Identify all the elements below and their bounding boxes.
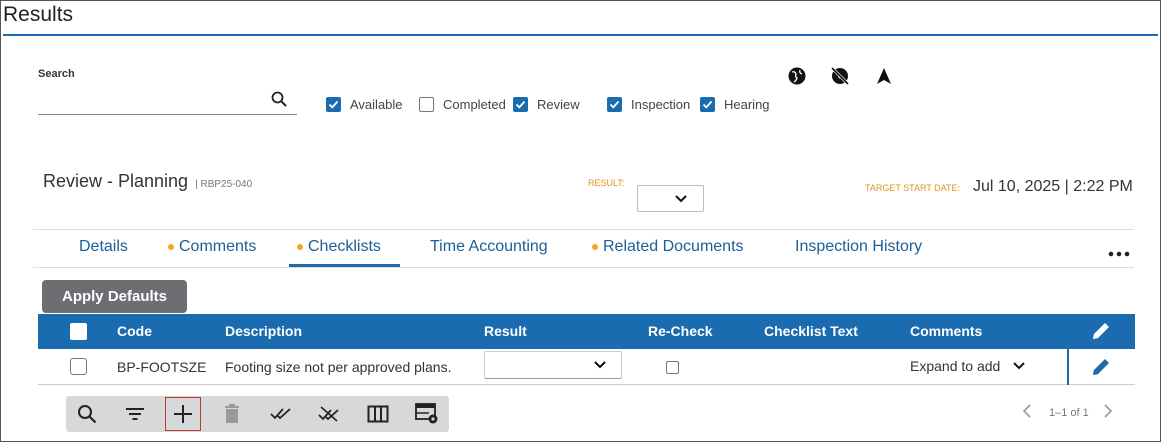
recheck-checkbox[interactable]	[666, 361, 679, 374]
target-start-date-label: TARGET START DATE:	[865, 183, 961, 193]
search-input[interactable]	[38, 87, 258, 113]
edit-icon[interactable]	[1090, 320, 1112, 347]
tab-label: Time Accounting	[430, 238, 548, 255]
comments-expand[interactable]: Expand to add	[910, 358, 1026, 374]
pager-range: 1–1 of 1	[1049, 406, 1089, 419]
search-icon[interactable]	[69, 396, 105, 432]
chevron-down-icon	[1013, 362, 1025, 370]
pager: 1–1 of 1	[1022, 404, 1113, 421]
column-header-description[interactable]: Description	[225, 323, 302, 339]
indicator-dot-icon	[297, 244, 303, 250]
search-field	[38, 87, 297, 115]
row-result-select[interactable]	[484, 351, 622, 379]
filter-label: Inspection	[631, 97, 691, 112]
record-title: Review - Planning | RBP25-040	[43, 171, 252, 192]
row-checkbox[interactable]	[70, 358, 87, 375]
indicator-dot-icon	[592, 244, 598, 250]
tab-label: Related Documents	[603, 238, 744, 255]
column-header-checklist-text[interactable]: Checklist Text	[764, 323, 858, 339]
tab-label: Checklists	[308, 238, 381, 255]
tabs-divider-bottom	[33, 267, 1134, 268]
checkbox-checked-icon[interactable]	[513, 97, 528, 112]
tab-label: Details	[79, 238, 128, 255]
title-divider	[3, 34, 1158, 36]
tabs-divider-top	[33, 229, 1134, 230]
search-icon[interactable]	[271, 91, 287, 112]
apply-defaults-button[interactable]: Apply Defaults	[42, 280, 187, 313]
tab-related-documents[interactable]: Related Documents	[592, 238, 744, 256]
result-label: RESULT:	[588, 178, 625, 188]
filter-label: Hearing	[724, 97, 770, 112]
result-select[interactable]	[637, 185, 704, 212]
tab-inspection-history[interactable]: Inspection History	[795, 238, 922, 256]
checkbox-unchecked-icon[interactable]	[419, 97, 434, 112]
comments-expand-label: Expand to add	[910, 358, 1001, 374]
delete-icon[interactable]	[214, 396, 250, 432]
filter-inspection[interactable]: Inspection	[607, 97, 690, 112]
navigation-arrow-icon[interactable]	[875, 66, 893, 91]
add-icon[interactable]	[165, 397, 201, 431]
record-type: Review - Planning	[43, 171, 189, 191]
column-header-recheck[interactable]: Re-Check	[648, 323, 713, 339]
chevron-left-icon[interactable]	[1022, 404, 1032, 421]
globe-icon[interactable]	[787, 66, 807, 91]
checkbox-checked-icon[interactable]	[326, 97, 341, 112]
tab-details[interactable]: Details	[79, 238, 128, 256]
table-row: BP-FOOTSZE Footing size not per approved…	[38, 349, 1135, 385]
indicator-dot-icon	[168, 244, 174, 250]
filter-review[interactable]: Review	[513, 97, 580, 112]
uncheck-all-icon[interactable]	[311, 396, 347, 432]
tab-label: Inspection History	[795, 238, 923, 255]
select-all-checkbox[interactable]	[70, 323, 87, 340]
filter-hearing[interactable]: Hearing	[700, 97, 770, 112]
filter-icon[interactable]	[117, 396, 153, 432]
tab-time-accounting[interactable]: Time Accounting	[430, 238, 548, 256]
globe-off-icon[interactable]	[830, 66, 850, 91]
grid-toolbar	[66, 396, 449, 432]
tab-checklists[interactable]: Checklists	[297, 238, 381, 256]
column-header-code[interactable]: Code	[117, 323, 152, 339]
cell-description: Footing size not per approved plans.	[225, 359, 452, 375]
record-number: | RBP25-040	[195, 179, 253, 190]
more-options-icon[interactable]	[1108, 244, 1130, 262]
target-start-date-value: Jul 10, 2025 | 2:22 PM	[973, 178, 1133, 195]
edit-icon[interactable]	[1090, 356, 1112, 383]
columns-icon[interactable]	[360, 396, 396, 432]
filter-label: Available	[350, 97, 403, 112]
column-header-result[interactable]: Result	[484, 323, 527, 339]
chevron-down-icon	[594, 361, 606, 369]
tab-comments[interactable]: Comments	[168, 238, 256, 256]
chevron-right-icon[interactable]	[1103, 404, 1113, 421]
table-header: Code Description Result Re-Check Checkli…	[38, 314, 1135, 349]
checkbox-checked-icon[interactable]	[607, 97, 622, 112]
checkbox-checked-icon[interactable]	[700, 97, 715, 112]
page-title: Results	[3, 3, 74, 26]
cell-code: BP-FOOTSZE	[117, 359, 207, 375]
tab-label: Comments	[179, 238, 257, 255]
filter-completed[interactable]: Completed	[419, 97, 506, 112]
search-label: Search	[38, 68, 75, 80]
row-edit-divider	[1067, 349, 1069, 385]
check-all-icon[interactable]	[263, 396, 299, 432]
filter-available[interactable]: Available	[326, 97, 403, 112]
column-header-comments[interactable]: Comments	[910, 323, 982, 339]
chevron-down-icon	[675, 195, 687, 203]
table-settings-icon[interactable]	[409, 396, 445, 432]
filter-label: Review	[537, 97, 580, 112]
filter-label: Completed	[443, 97, 506, 112]
